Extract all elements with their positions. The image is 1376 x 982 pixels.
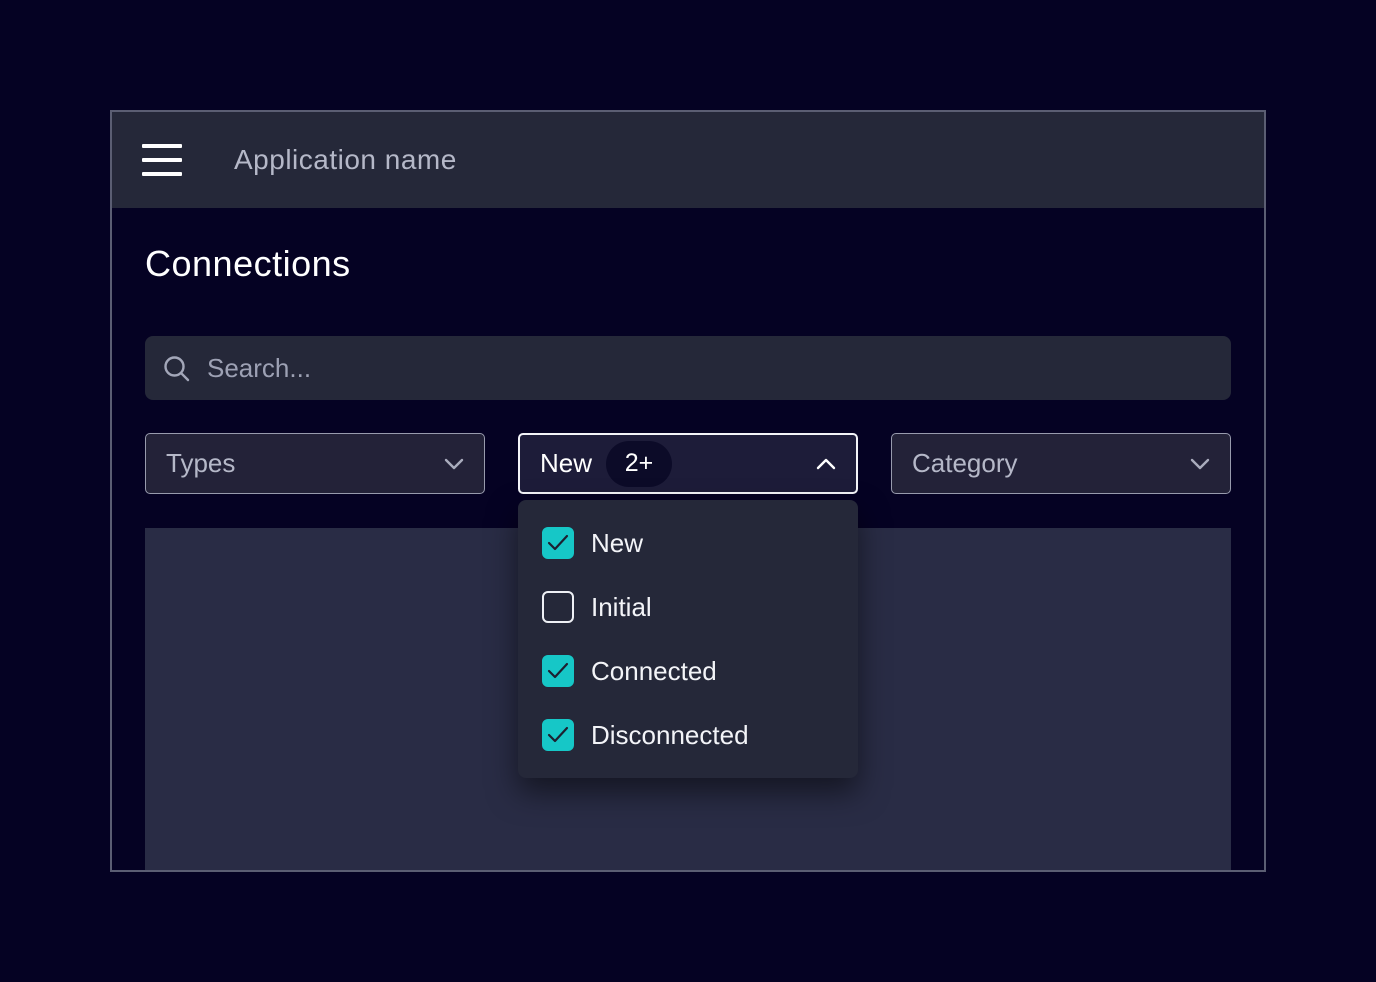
- checkmark-icon: [547, 534, 569, 552]
- checkmark-icon: [547, 662, 569, 680]
- app-window: Application name Connections Types: [110, 110, 1266, 872]
- search-input[interactable]: [207, 353, 1213, 384]
- menu-icon[interactable]: [142, 144, 182, 176]
- app-title: Application name: [234, 144, 457, 176]
- app-header: Application name: [112, 112, 1264, 208]
- status-dropdown-menu: New Initial: [518, 500, 858, 778]
- search-bar[interactable]: [145, 336, 1231, 400]
- checkbox-icon[interactable]: [542, 655, 574, 687]
- status-option-disconnected[interactable]: Disconnected: [542, 719, 834, 751]
- checkmark-icon: [547, 726, 569, 744]
- chevron-up-icon: [816, 458, 836, 470]
- status-option-connected[interactable]: Connected: [542, 655, 834, 687]
- status-filter-group: New 2+ New: [518, 433, 858, 494]
- filter-row: Types New 2+: [145, 433, 1231, 494]
- option-label: Connected: [591, 656, 717, 687]
- category-filter-dropdown[interactable]: Category: [891, 433, 1231, 494]
- option-label: New: [591, 528, 643, 559]
- option-label: Initial: [591, 592, 652, 623]
- status-option-initial[interactable]: Initial: [542, 591, 834, 623]
- option-label: Disconnected: [591, 720, 749, 751]
- checkbox-icon[interactable]: [542, 591, 574, 623]
- types-filter-dropdown[interactable]: Types: [145, 433, 485, 494]
- chevron-down-icon: [444, 458, 464, 470]
- status-count-badge: 2+: [606, 441, 672, 487]
- status-filter-label: New: [540, 448, 592, 479]
- status-filter-dropdown[interactable]: New 2+: [518, 433, 858, 494]
- page-title: Connections: [145, 245, 1231, 283]
- status-option-new[interactable]: New: [542, 527, 834, 559]
- types-filter-label: Types: [166, 448, 235, 479]
- checkbox-icon[interactable]: [542, 527, 574, 559]
- main-content: Connections Types New: [112, 245, 1264, 870]
- page-background: Application name Connections Types: [0, 0, 1376, 982]
- checkbox-icon[interactable]: [542, 719, 574, 751]
- category-filter-label: Category: [912, 448, 1018, 479]
- chevron-down-icon: [1190, 458, 1210, 470]
- search-icon: [163, 355, 190, 382]
